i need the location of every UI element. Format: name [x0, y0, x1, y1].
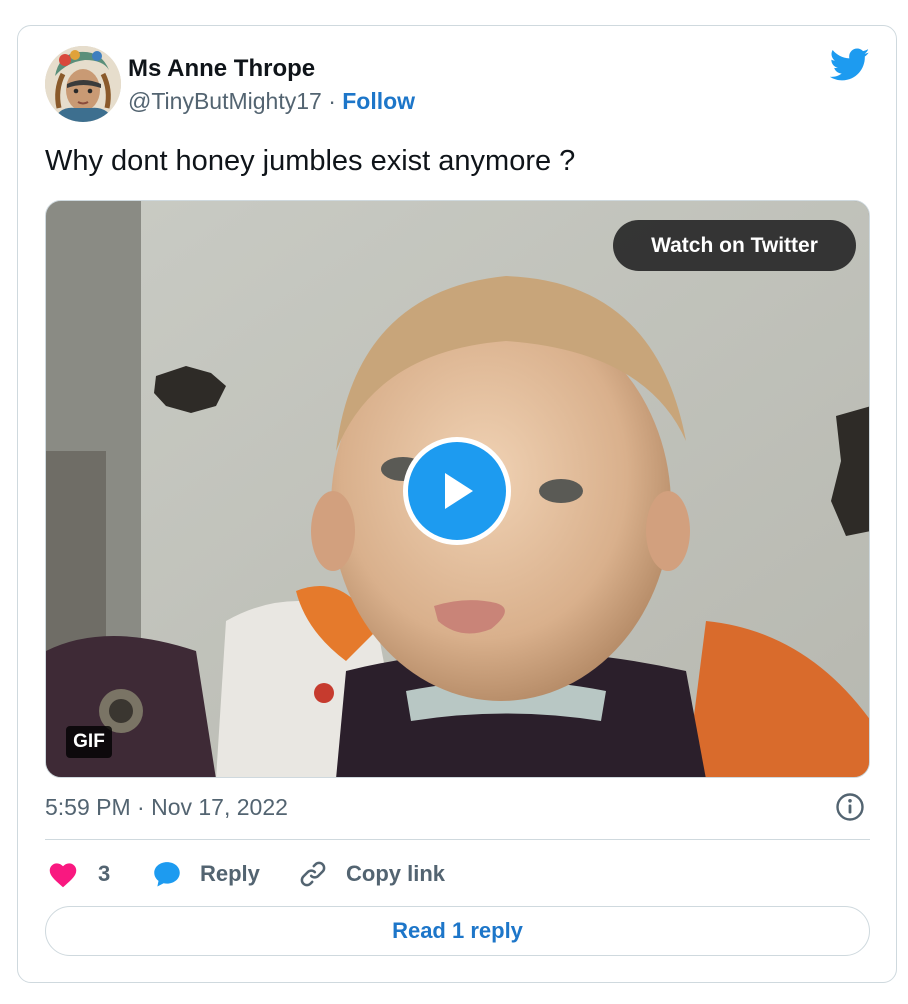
tweet-timestamp[interactable]: 5:59 PM · Nov 17, 2022	[45, 794, 288, 821]
avatar-illustration	[45, 46, 121, 122]
twitter-bird-icon[interactable]	[829, 48, 870, 82]
like-count: 3	[98, 861, 111, 886]
copy-link-label: Copy link	[346, 861, 446, 886]
heart-icon	[49, 863, 77, 888]
link-icon	[300, 861, 326, 887]
author-handle[interactable]: @TinyButMighty17	[128, 88, 322, 114]
play-icon	[445, 473, 473, 509]
watch-on-twitter-button[interactable]: Watch on Twitter	[613, 220, 856, 271]
handle-separator: ·	[328, 88, 336, 114]
like-button[interactable]: 3	[48, 856, 110, 892]
read-replies-button[interactable]: Read 1 reply	[45, 906, 870, 956]
reply-label: Reply	[200, 861, 260, 886]
actions-divider	[45, 839, 870, 840]
author-name[interactable]: Ms Anne Thrope	[128, 55, 315, 83]
author-avatar[interactable]	[45, 46, 121, 122]
play-button[interactable]	[403, 437, 511, 545]
follow-link[interactable]: Follow	[342, 88, 415, 114]
copy-link-button[interactable]: Copy link	[298, 856, 445, 892]
info-icon[interactable]	[835, 792, 865, 822]
reply-button[interactable]: Reply	[152, 856, 260, 892]
tweet-media[interactable]: Watch on Twitter GIF	[45, 200, 870, 778]
gif-badge: GIF	[66, 726, 112, 758]
author-handle-line: @TinyButMighty17 · Follow	[128, 88, 415, 115]
tweet-text: Why dont honey jumbles exist anymore ?	[45, 145, 576, 177]
reply-bubble-icon	[154, 862, 180, 887]
